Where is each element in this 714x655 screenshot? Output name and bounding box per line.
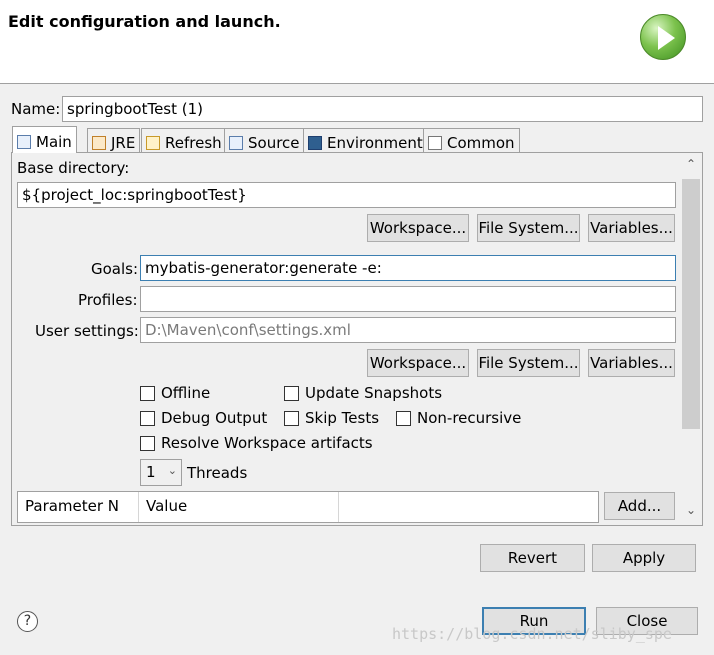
column-header-value[interactable]: Value [139, 492, 339, 522]
common-icon [428, 135, 442, 150]
threads-select[interactable]: 1 ⌄ [140, 459, 182, 486]
column-header-parameter[interactable]: Parameter N [18, 492, 139, 522]
threads-label: Threads [187, 464, 248, 482]
offline-label: Offline [161, 384, 211, 402]
tab-jre-label: JRE [111, 133, 136, 152]
settings-variables-button[interactable]: Variables... [588, 349, 675, 377]
base-directory-label: Base directory: [17, 159, 130, 177]
base-dir-file-system-button[interactable]: File System... [477, 214, 580, 242]
non-recursive-label: Non-recursive [417, 409, 522, 427]
tab-main-label: Main [36, 132, 72, 151]
resolve-workspace-checkbox-box[interactable] [140, 435, 155, 451]
jre-icon [92, 135, 106, 150]
dialog-title: Edit configuration and launch. [8, 12, 281, 31]
skip-tests-checkbox[interactable]: Skip Tests [284, 409, 379, 427]
update-snapshots-label: Update Snapshots [305, 384, 443, 402]
tab-environment[interactable]: Environment [303, 128, 428, 153]
scroll-up-icon[interactable]: ⌃ [684, 157, 698, 171]
tab-common-label: Common [447, 133, 515, 152]
dialog-header: Edit configuration and launch. [0, 0, 714, 84]
tab-refresh[interactable]: Refresh [141, 128, 227, 153]
goals-input[interactable]: mybatis-generator:generate -e: [140, 255, 676, 281]
offline-checkbox-box[interactable] [140, 385, 155, 401]
chevron-down-icon: ⌄ [167, 464, 177, 477]
revert-button[interactable]: Revert [480, 544, 585, 572]
update-snapshots-checkbox-box[interactable] [284, 385, 299, 401]
update-snapshots-checkbox[interactable]: Update Snapshots [284, 384, 442, 402]
environment-icon [308, 135, 322, 150]
goals-label: Goals: [91, 260, 139, 278]
profiles-input[interactable] [140, 286, 676, 312]
main-tab-icon [17, 134, 31, 149]
apply-button[interactable]: Apply [592, 544, 696, 572]
tab-jre[interactable]: JRE [87, 128, 141, 153]
user-settings-label: User settings: [35, 322, 139, 340]
tab-source[interactable]: Source [224, 128, 305, 153]
help-icon[interactable]: ? [17, 611, 38, 632]
base-directory-input[interactable]: ${project_loc:springbootTest} [17, 182, 676, 208]
skip-tests-checkbox-box[interactable] [284, 410, 299, 426]
add-parameter-button[interactable]: Add... [604, 492, 675, 520]
scroll-down-icon[interactable]: ⌄ [684, 503, 698, 517]
parameter-table[interactable]: Parameter N Value [17, 491, 599, 523]
watermark: https://blog.csdn.net/sliby_spe [392, 625, 672, 643]
resolve-workspace-checkbox[interactable]: Resolve Workspace artifacts [140, 434, 373, 452]
debug-output-checkbox-box[interactable] [140, 410, 155, 426]
user-settings-input[interactable]: D:\Maven\conf\settings.xml [140, 317, 676, 343]
run-icon [640, 14, 686, 60]
settings-workspace-button[interactable]: Workspace... [367, 349, 469, 377]
scroll-thumb[interactable] [682, 179, 700, 429]
base-dir-variables-button[interactable]: Variables... [588, 214, 675, 242]
name-input[interactable]: springbootTest (1) [62, 96, 703, 122]
base-dir-workspace-button[interactable]: Workspace... [367, 214, 469, 242]
non-recursive-checkbox-box[interactable] [396, 410, 411, 426]
source-icon [229, 135, 243, 150]
tab-common[interactable]: Common [423, 128, 520, 153]
threads-value: 1 [146, 463, 156, 481]
name-label: Name: [11, 100, 61, 118]
refresh-icon [146, 135, 160, 150]
resolve-workspace-label: Resolve Workspace artifacts [161, 434, 373, 452]
tab-environment-label: Environment [327, 133, 423, 152]
profiles-label: Profiles: [78, 291, 138, 309]
tab-source-label: Source [248, 133, 300, 152]
tab-refresh-label: Refresh [165, 133, 222, 152]
offline-checkbox[interactable]: Offline [140, 384, 210, 402]
debug-output-checkbox[interactable]: Debug Output [140, 409, 267, 427]
settings-file-system-button[interactable]: File System... [477, 349, 580, 377]
non-recursive-checkbox[interactable]: Non-recursive [396, 409, 521, 427]
tab-main[interactable]: Main [12, 126, 77, 153]
skip-tests-label: Skip Tests [305, 409, 380, 427]
vertical-scrollbar[interactable]: ⌃ ⌄ [680, 153, 702, 525]
debug-output-label: Debug Output [161, 409, 268, 427]
